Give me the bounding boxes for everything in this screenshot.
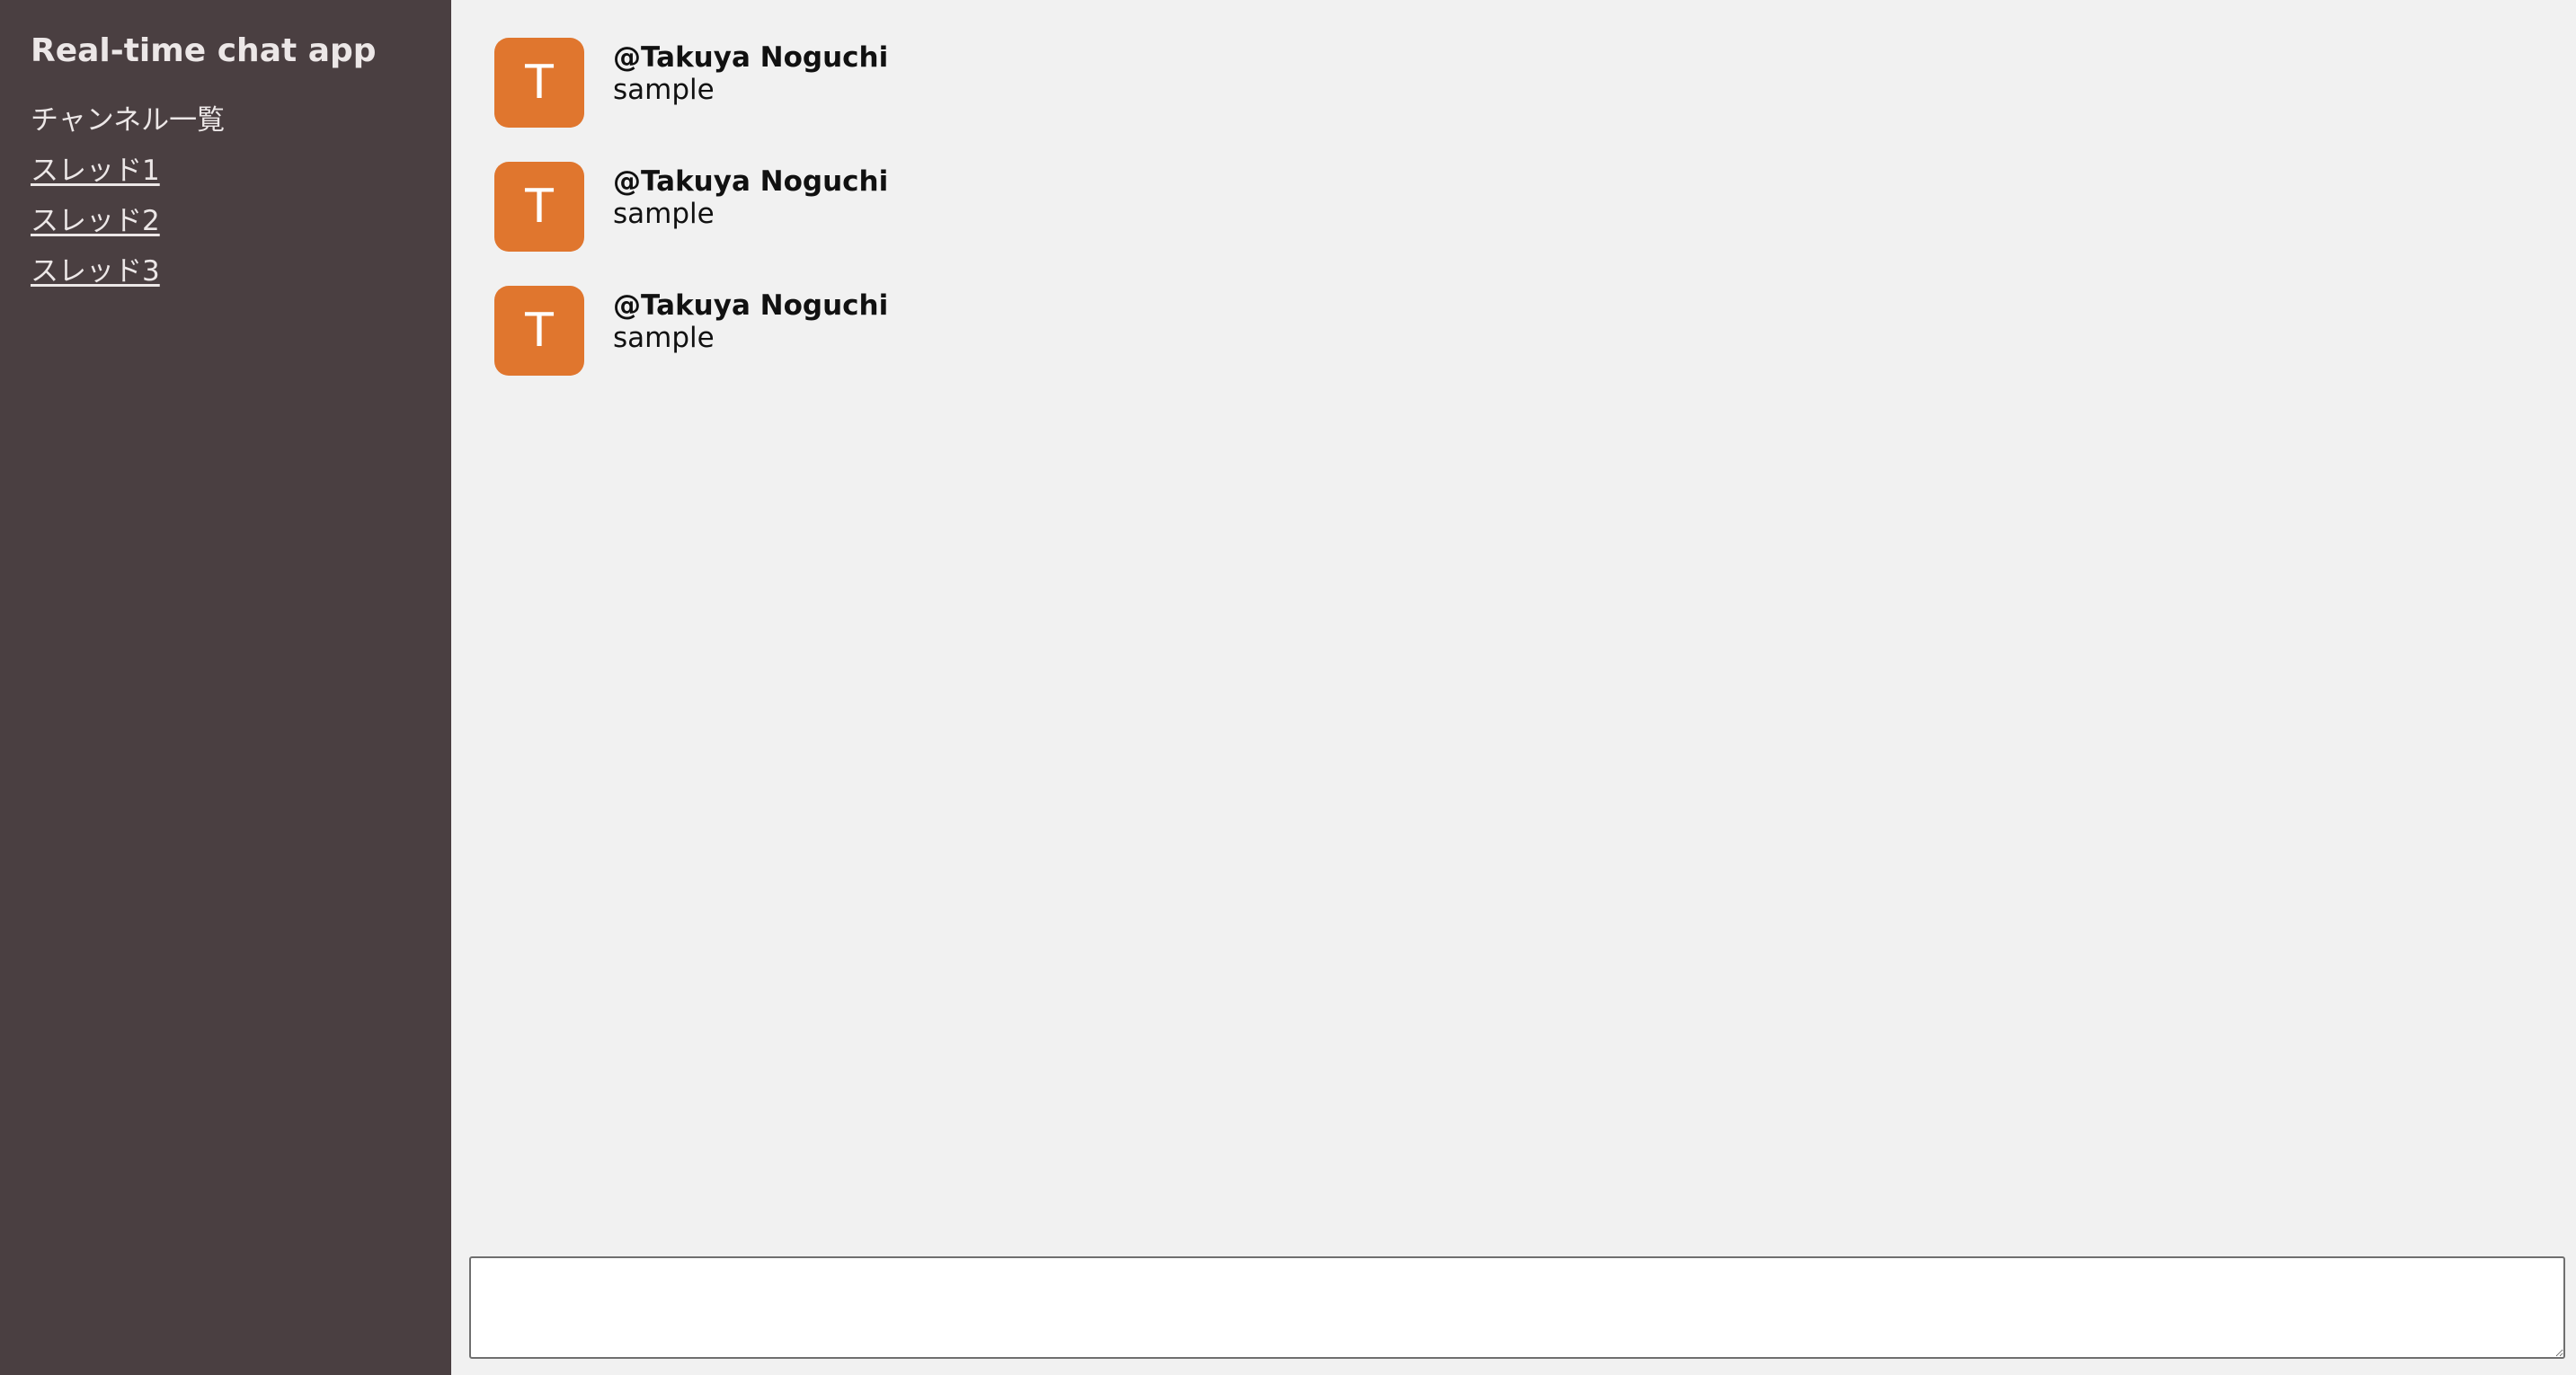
chat-main: T @Takuya Noguchi sample T @Takuya Noguc… bbox=[451, 0, 2576, 1375]
thread-list-item: スレッド3 bbox=[31, 250, 451, 293]
message-body: @Takuya Noguchi sample bbox=[613, 38, 888, 106]
thread-link-1[interactable]: スレッド1 bbox=[31, 155, 160, 187]
message-body: @Takuya Noguchi sample bbox=[613, 286, 888, 354]
message-text: sample bbox=[613, 322, 715, 354]
sidebar: Real-time chat app チャンネル一覧 スレッド1 スレッド2 ス… bbox=[0, 0, 451, 1375]
thread-list: スレッド1 スレッド2 スレッド3 bbox=[31, 149, 451, 293]
message-username: @Takuya Noguchi bbox=[613, 289, 889, 322]
message-username: @Takuya Noguchi bbox=[613, 165, 889, 198]
thread-list-item: スレッド2 bbox=[31, 200, 451, 243]
message-item: T @Takuya Noguchi sample bbox=[494, 286, 2576, 376]
message-body: @Takuya Noguchi sample bbox=[613, 162, 888, 230]
thread-link-2[interactable]: スレッド2 bbox=[31, 205, 160, 237]
avatar: T bbox=[494, 286, 584, 376]
message-username: @Takuya Noguchi bbox=[613, 41, 889, 74]
thread-link-3[interactable]: スレッド3 bbox=[31, 255, 160, 288]
thread-list-item: スレッド1 bbox=[31, 149, 451, 192]
message-text: sample bbox=[613, 74, 715, 106]
avatar: T bbox=[494, 38, 584, 128]
app-title: Real-time chat app bbox=[31, 32, 377, 69]
message-item: T @Takuya Noguchi sample bbox=[494, 38, 2576, 128]
message-list: T @Takuya Noguchi sample T @Takuya Noguc… bbox=[451, 0, 2576, 376]
chat-app: Real-time chat app チャンネル一覧 スレッド1 スレッド2 ス… bbox=[0, 0, 2576, 1375]
channel-list-heading: チャンネル一覧 bbox=[31, 104, 226, 137]
message-item: T @Takuya Noguchi sample bbox=[494, 162, 2576, 252]
avatar: T bbox=[494, 162, 584, 252]
message-text: sample bbox=[613, 198, 715, 230]
message-input[interactable] bbox=[469, 1256, 2565, 1359]
